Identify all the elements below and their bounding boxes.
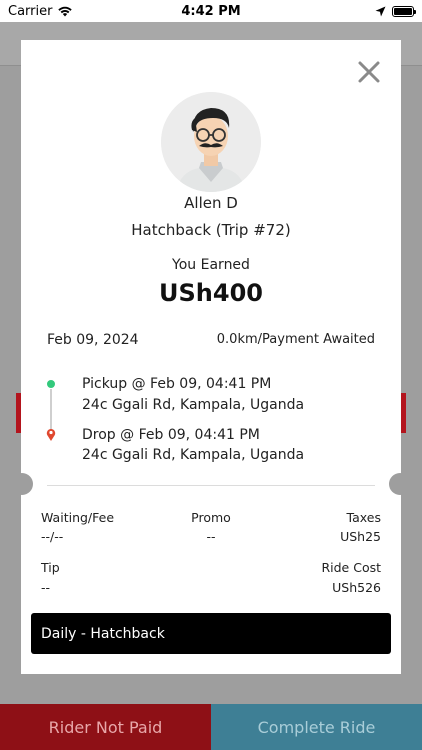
tip-label: Tip xyxy=(41,560,60,575)
ticket-notch-right xyxy=(389,473,411,495)
battery-fill xyxy=(394,7,412,15)
bottom-action-bar: Rider Not Paid Complete Ride xyxy=(0,704,422,750)
promo-value: -- xyxy=(206,529,216,544)
waiting-fee-label: Waiting/Fee xyxy=(41,510,115,525)
status-right xyxy=(274,5,416,17)
earned-label: You Earned xyxy=(172,257,250,273)
ride-cost-label: Ride Cost xyxy=(321,560,381,575)
driver-avatar-icon xyxy=(161,92,261,192)
pickup-dot-icon xyxy=(47,380,55,388)
location-arrow-icon xyxy=(375,6,386,16)
route-line xyxy=(50,389,52,431)
driver-name: Allen D xyxy=(184,194,238,212)
rider-not-paid-button[interactable]: Rider Not Paid xyxy=(0,704,211,750)
carrier-label: Carrier xyxy=(8,3,53,19)
tip-value: -- xyxy=(41,580,51,595)
promo-label: Promo xyxy=(191,510,231,525)
divider xyxy=(47,485,375,486)
waiting-fee-value: --/-- xyxy=(41,529,64,544)
pickup-title: Pickup @ Feb 09, 04:41 PM xyxy=(82,376,272,392)
status-left: Carrier xyxy=(8,4,148,19)
ride-cost-value: USh526 xyxy=(332,580,381,595)
taxes-value: USh25 xyxy=(340,529,381,544)
trip-date: Feb 09, 2024 xyxy=(47,332,139,348)
avatar xyxy=(161,92,261,192)
trip-summary-modal: Allen D Hatchback (Trip #72) You Earned … xyxy=(11,40,411,674)
taxes-label: Taxes xyxy=(346,510,381,525)
ticket-notch-left xyxy=(11,473,33,495)
drop-address: 24c Ggali Rd, Kampala, Uganda xyxy=(82,447,305,463)
distance-status: 0.0km/Payment Awaited xyxy=(216,332,375,347)
close-icon[interactable] xyxy=(357,60,381,84)
drop-pin-icon xyxy=(46,429,56,441)
plan-label: Daily - Hatchback xyxy=(31,613,391,654)
complete-ride-button[interactable]: Complete Ride xyxy=(211,704,422,750)
pickup-address: 24c Ggali Rd, Kampala, Uganda xyxy=(82,397,305,413)
status-bar: Carrier 4:42 PM xyxy=(0,0,422,22)
battery-icon xyxy=(392,5,416,17)
vehicle-trip-label: Hatchback (Trip #72) xyxy=(131,221,291,239)
wifi-icon xyxy=(58,6,73,17)
status-time: 4:42 PM xyxy=(181,3,241,19)
drop-title: Drop @ Feb 09, 04:41 PM xyxy=(82,427,260,443)
earned-amount: USh400 xyxy=(159,279,263,307)
